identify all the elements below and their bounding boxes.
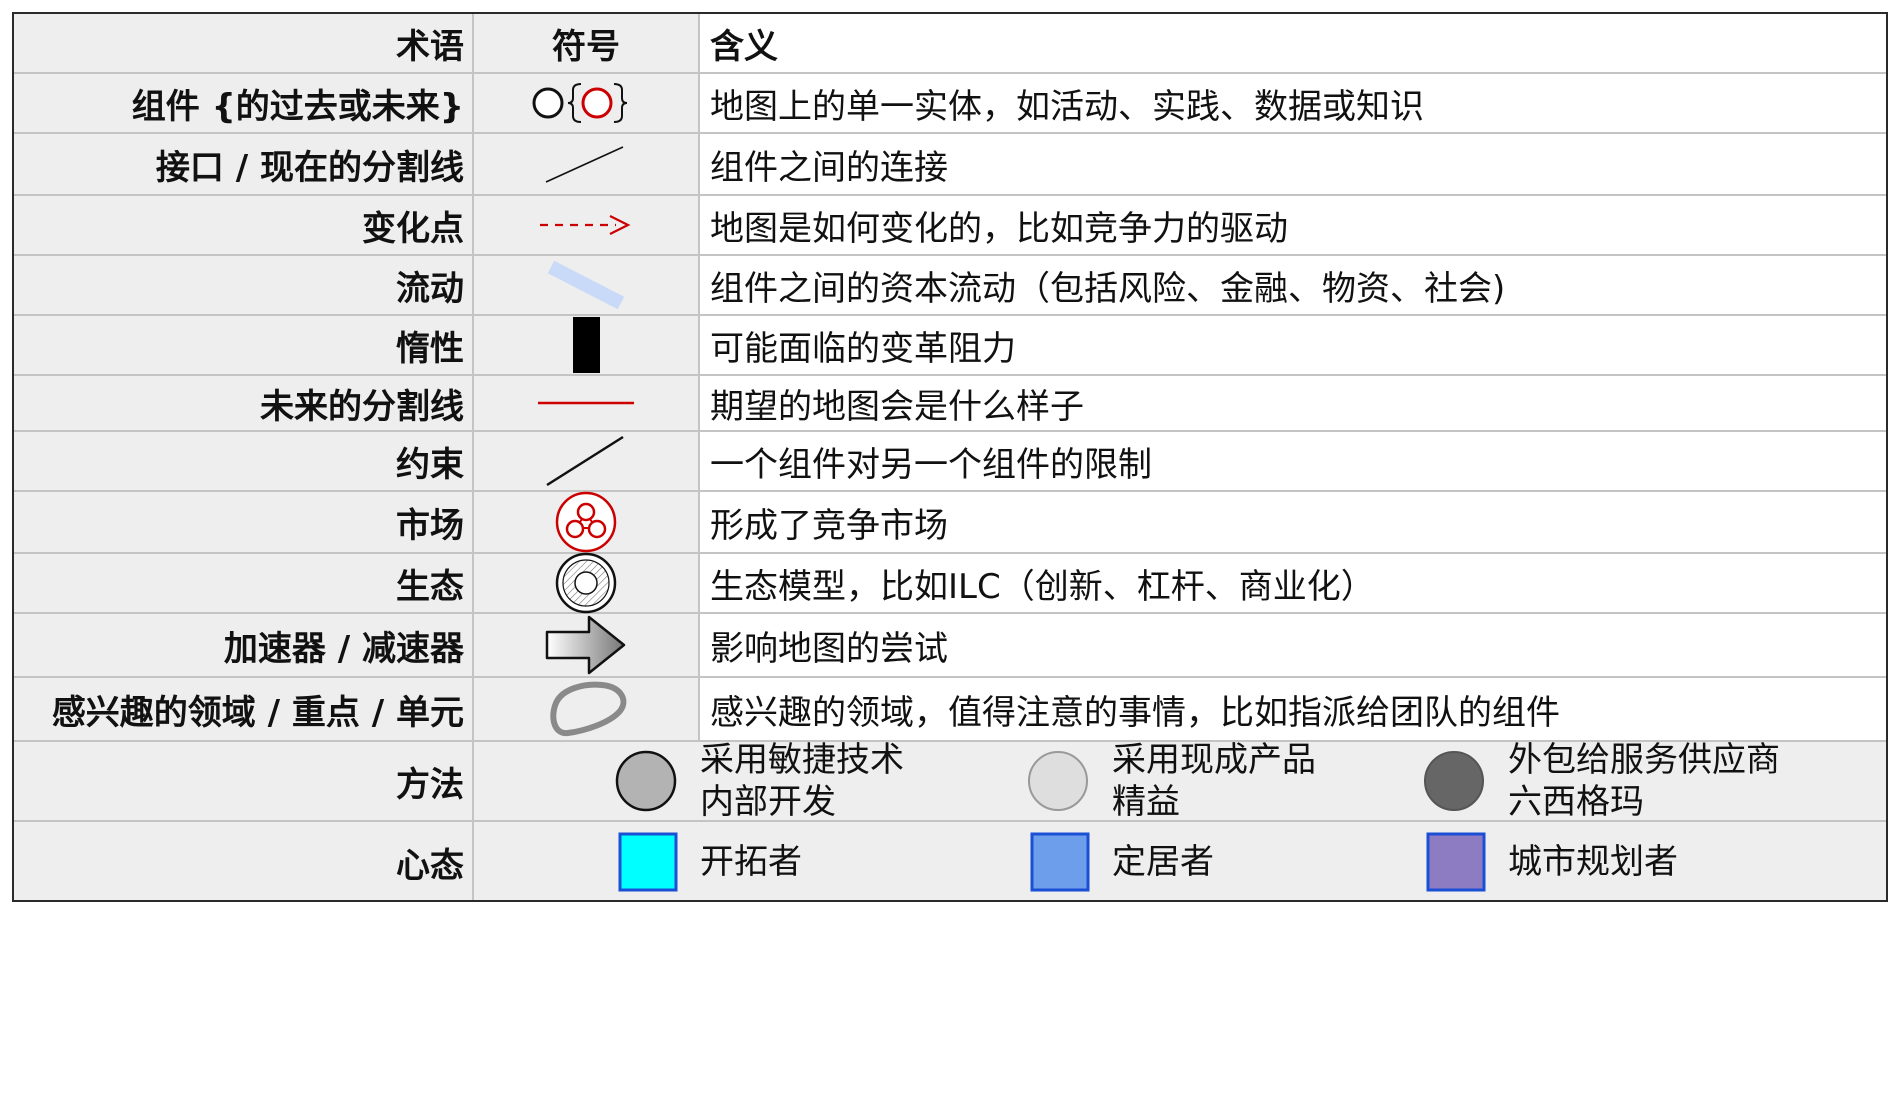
mindset-label: 开拓者 <box>700 842 802 882</box>
meaning-text: 生态模型，比如ILC（创新、杠杆、商业化） <box>700 554 1886 612</box>
mindset-option-pioneer: 开拓者 <box>618 822 802 900</box>
methods-term: 方法 <box>14 742 474 820</box>
meaning-text: 形成了竞争市场 <box>700 492 1886 552</box>
settler-swatch-icon <box>1030 832 1090 892</box>
mindset-option-town-planner: 城市规划者 <box>1426 822 1678 900</box>
row-mindset: 心态 开拓者 定居者 城市规划者 <box>14 822 1886 900</box>
inertia-bar-icon <box>573 317 600 373</box>
meaning-text: 地图是如何变化的，比如竞争力的驱动 <box>700 196 1886 254</box>
method-option-outsource: 外包给服务供应商 六西格玛 <box>1422 740 1780 822</box>
method-label: 采用现成产品 <box>1112 740 1316 780</box>
constraint-line-icon <box>546 435 624 487</box>
method-label: 外包给服务供应商 <box>1508 740 1780 780</box>
row-accelerator: 加速器 / 减速器 影响地图的尝试 <box>14 614 1886 678</box>
method-option-off-the-shelf: 采用现成产品 精益 <box>1026 740 1316 822</box>
term-label: 市场 <box>14 492 474 552</box>
term-label: 组件 {的过去或未来} <box>14 74 474 132</box>
mindset-label: 城市规划者 <box>1508 842 1678 882</box>
row-interface: 接口 / 现在的分割线 组件之间的连接 <box>14 134 1886 196</box>
area-of-interest-icon <box>550 681 627 737</box>
header-symbol: 符号 <box>552 26 620 67</box>
meaning-text: 地图上的单一实体，如活动、实践、数据或知识 <box>700 74 1886 132</box>
method-sublabel: 六西格玛 <box>1508 782 1644 822</box>
accelerator-arrow-icon <box>545 615 626 675</box>
ecosystem-icon <box>555 552 617 614</box>
row-inertia: 惰性 可能面临的变革阻力 <box>14 316 1886 376</box>
mindset-option-settler: 定居者 <box>1030 822 1214 900</box>
row-area-of-interest: 感兴趣的领域 / 重点 / 单元 感兴趣的领域，值得注意的事情，比如指派给团队的… <box>14 678 1886 742</box>
meaning-text: 一个组件对另一个组件的限制 <box>700 432 1886 490</box>
header-meaning: 含义 <box>700 14 1886 72</box>
row-flow: 流动 组件之间的资本流动（包括风险、金融、物资、社会) <box>14 256 1886 316</box>
market-icon <box>555 491 617 553</box>
off-the-shelf-circle-icon <box>1028 751 1088 811</box>
row-component: 组件 {的过去或未来} 地图上的单一实体，如活动、实践、数据或知识 <box>14 74 1886 134</box>
meaning-text: 影响地图的尝试 <box>700 614 1886 676</box>
term-label: 感兴趣的领域 / 重点 / 单元 <box>14 678 474 740</box>
component-past-future-icon <box>532 83 628 123</box>
term-label: 加速器 / 减速器 <box>14 614 474 676</box>
outsource-circle-icon <box>1424 751 1484 811</box>
meaning-text: 感兴趣的领域，值得注意的事情，比如指派给团队的组件 <box>700 678 1886 740</box>
header-row: 术语 符号 含义 <box>14 14 1886 74</box>
header-term: 术语 <box>14 14 474 72</box>
mindset-options: 开拓者 定居者 城市规划者 <box>474 822 1886 900</box>
row-constraint: 约束 一个组件对另一个组件的限制 <box>14 432 1886 492</box>
interface-line-icon <box>545 146 624 183</box>
pioneer-swatch-icon <box>618 832 678 892</box>
future-line-icon <box>538 401 634 405</box>
mindset-term: 心态 <box>14 822 474 900</box>
method-label: 采用敏捷技术 <box>700 740 904 780</box>
term-label: 约束 <box>14 432 474 490</box>
row-ecosystem: 生态 生态模型，比如ILC（创新、杠杆、商业化） <box>14 552 1886 614</box>
meaning-text: 组件之间的连接 <box>700 134 1886 194</box>
meaning-text: 可能面临的变革阻力 <box>700 316 1886 374</box>
methods-options: 采用敏捷技术 内部开发 采用现成产品 精益 外包给服务供应商 六西格玛 <box>474 740 1886 822</box>
row-change-point: 变化点 地图是如何变化的，比如竞争力的驱动 <box>14 196 1886 256</box>
term-label: 流动 <box>14 256 474 314</box>
term-label: 未来的分割线 <box>14 376 474 430</box>
legend-table: 术语 符号 含义 组件 {的过去或未来} 地图上的单一实体，如活动、实践、数据或… <box>12 12 1888 902</box>
row-methods: 方法 采用敏捷技术 内部开发 采用现成产品 精益 外包给服务供应商 六西格玛 <box>14 740 1886 822</box>
meaning-text: 期望的地图会是什么样子 <box>700 376 1886 430</box>
term-label: 变化点 <box>14 196 474 254</box>
term-label: 惰性 <box>14 316 474 374</box>
flow-band-icon <box>547 260 625 310</box>
method-sublabel: 内部开发 <box>700 782 836 822</box>
change-arrow-icon <box>540 215 631 235</box>
meaning-text: 组件之间的资本流动（包括风险、金融、物资、社会) <box>700 256 1886 314</box>
agile-circle-icon <box>615 750 677 812</box>
term-label: 生态 <box>14 554 474 612</box>
row-future-line: 未来的分割线 期望的地图会是什么样子 <box>14 376 1886 432</box>
town-planner-swatch-icon <box>1426 832 1486 892</box>
term-label: 接口 / 现在的分割线 <box>14 134 474 194</box>
mindset-label: 定居者 <box>1112 842 1214 882</box>
method-sublabel: 精益 <box>1112 782 1180 822</box>
method-option-agile: 采用敏捷技术 内部开发 <box>614 740 904 822</box>
row-market: 市场 形成了竞争市场 <box>14 491 1886 554</box>
